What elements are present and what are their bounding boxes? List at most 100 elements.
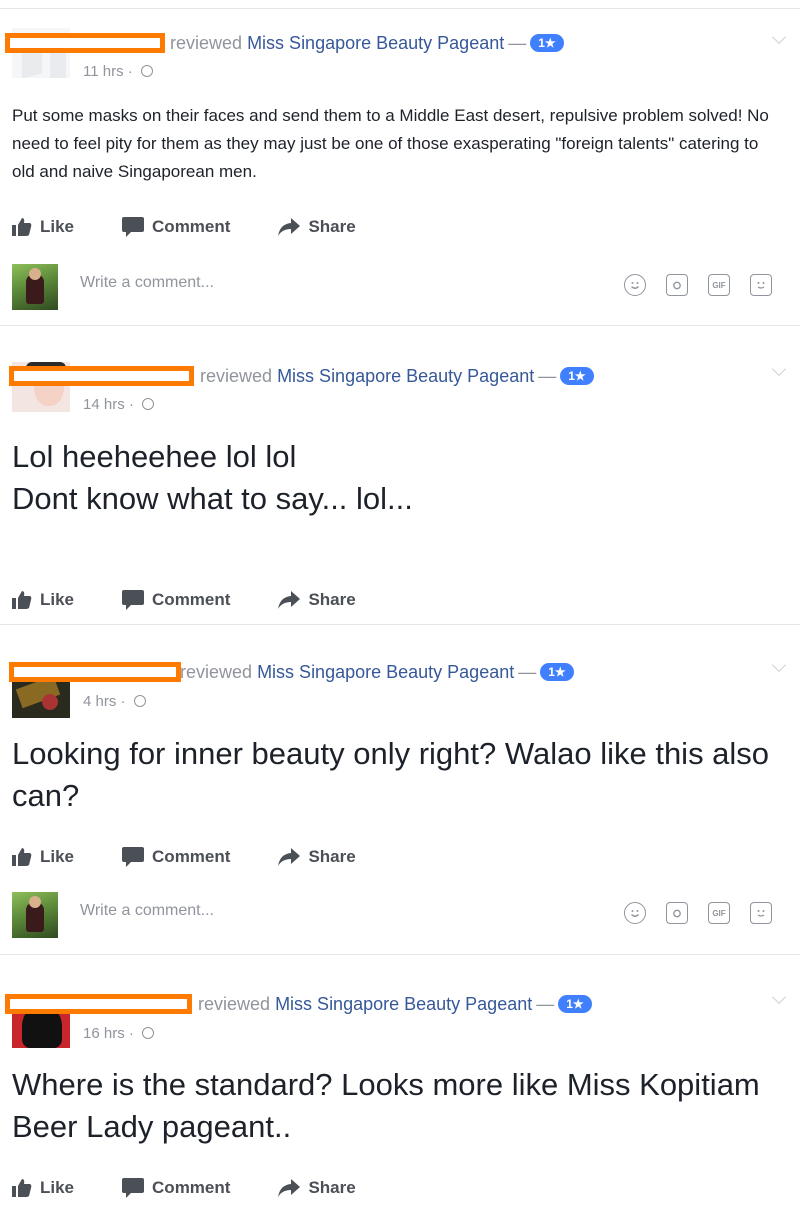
share-icon xyxy=(278,218,301,236)
divider xyxy=(0,325,800,326)
comment-icon xyxy=(122,847,145,867)
post-meta: 4 hrs · xyxy=(83,693,146,710)
comment-icon xyxy=(122,590,145,610)
comment-label: Comment xyxy=(152,1178,231,1197)
post-meta: 16 hrs · xyxy=(83,1025,155,1042)
like-button[interactable]: Like xyxy=(12,590,74,610)
avatar xyxy=(12,892,58,938)
camera-icon[interactable] xyxy=(666,902,688,924)
action-text: reviewed xyxy=(180,662,253,682)
timestamp[interactable]: 4 hrs xyxy=(83,693,116,710)
emoji-icon[interactable] xyxy=(624,274,646,296)
emoji-icon[interactable] xyxy=(624,902,646,924)
share-label: Share xyxy=(308,590,356,609)
sticker-icon[interactable] xyxy=(750,902,772,924)
redacted-name xyxy=(9,366,194,386)
page-link[interactable]: Miss Singapore Beauty Pageant xyxy=(277,366,534,386)
avatar xyxy=(12,264,58,310)
redacted-name xyxy=(5,994,192,1014)
divider xyxy=(0,8,800,9)
globe-icon xyxy=(142,1027,155,1039)
page-link[interactable]: Miss Singapore Beauty Pageant xyxy=(257,662,514,682)
dash: — xyxy=(508,33,527,53)
post-header: reviewed Miss Singapore Beauty Pageant —1… xyxy=(180,662,574,683)
comment-input[interactable]: Write a comment... xyxy=(80,274,214,292)
comment-icon xyxy=(122,1178,145,1198)
like-button[interactable]: Like xyxy=(12,1178,74,1198)
post-body: Lol heeheehee lol lol Dont know what to … xyxy=(12,436,772,520)
comment-button[interactable]: Comment xyxy=(122,217,230,237)
dash: — xyxy=(538,366,557,386)
share-button[interactable]: Share xyxy=(278,217,356,237)
comment-input[interactable]: Write a comment... xyxy=(80,902,214,920)
gif-icon[interactable]: GIF xyxy=(708,274,730,296)
comment-composer: Write a comment... GIF xyxy=(0,886,800,948)
page-link[interactable]: Miss Singapore Beauty Pageant xyxy=(275,994,532,1014)
rating-badge: 1★ xyxy=(560,367,594,385)
gif-icon[interactable]: GIF xyxy=(708,902,730,924)
page-link[interactable]: Miss Singapore Beauty Pageant xyxy=(247,33,504,53)
post-actions: Like Comment Share xyxy=(12,215,404,239)
divider xyxy=(0,624,800,625)
sticker-icon[interactable] xyxy=(750,274,772,296)
thumbs-up-icon xyxy=(12,848,32,866)
post-body-line: Dont know what to say... lol... xyxy=(12,481,413,516)
share-label: Share xyxy=(308,847,356,866)
action-text: reviewed xyxy=(198,994,271,1014)
comment-button[interactable]: Comment xyxy=(122,847,230,867)
post-meta: 14 hrs · xyxy=(83,396,155,413)
post-header: reviewed Miss Singapore Beauty Pageant —1… xyxy=(200,366,594,387)
globe-icon xyxy=(140,65,153,77)
meta-separator: · xyxy=(127,63,133,80)
comment-label: Comment xyxy=(152,217,231,236)
like-label: Like xyxy=(40,590,75,609)
divider xyxy=(0,954,800,955)
timestamp[interactable]: 16 hrs xyxy=(83,1025,125,1042)
share-label: Share xyxy=(308,217,356,236)
meta-separator: · xyxy=(120,693,126,710)
post-actions: Like Comment Share xyxy=(12,588,404,612)
post-meta: 11 hrs · xyxy=(83,63,153,80)
timestamp[interactable]: 11 hrs xyxy=(83,63,124,80)
comment-label: Comment xyxy=(152,847,231,866)
like-label: Like xyxy=(40,847,75,866)
redacted-name xyxy=(9,662,181,682)
like-button[interactable]: Like xyxy=(12,217,74,237)
share-icon xyxy=(278,848,301,866)
like-label: Like xyxy=(40,217,75,236)
comment-button[interactable]: Comment xyxy=(122,590,230,610)
post-body: Where is the standard? Looks more like M… xyxy=(12,1067,760,1144)
like-label: Like xyxy=(40,1178,75,1197)
action-text: reviewed xyxy=(170,33,243,53)
post-header: reviewed Miss Singapore Beauty Pageant —1… xyxy=(198,994,592,1015)
post-body: Looking for inner beauty only right? Wal… xyxy=(12,736,770,813)
globe-icon xyxy=(142,398,155,410)
comment-button[interactable]: Comment xyxy=(122,1178,230,1198)
like-button[interactable]: Like xyxy=(12,847,74,867)
dash: — xyxy=(536,994,555,1014)
meta-separator: · xyxy=(128,1025,134,1042)
post-body-line: Lol heeheehee lol lol xyxy=(12,439,297,474)
chevron-down-icon[interactable] xyxy=(771,29,787,45)
meta-separator: · xyxy=(128,396,134,413)
gif-text: GIF xyxy=(712,280,726,290)
chevron-down-icon[interactable] xyxy=(771,657,787,673)
share-button[interactable]: Share xyxy=(278,847,356,867)
globe-icon xyxy=(133,695,146,707)
share-icon xyxy=(278,591,301,609)
post-actions: Like Comment Share xyxy=(12,1176,404,1200)
share-button[interactable]: Share xyxy=(278,1178,356,1198)
timestamp[interactable]: 14 hrs xyxy=(83,396,125,413)
gif-text: GIF xyxy=(712,908,726,918)
action-text: reviewed xyxy=(200,366,273,386)
share-button[interactable]: Share xyxy=(278,590,356,610)
comment-icon xyxy=(122,217,145,237)
thumbs-up-icon xyxy=(12,218,32,236)
comment-label: Comment xyxy=(152,590,231,609)
camera-icon[interactable] xyxy=(666,274,688,296)
chevron-down-icon[interactable] xyxy=(771,361,787,377)
comment-composer: Write a comment... GIF xyxy=(0,258,800,320)
chevron-down-icon[interactable] xyxy=(771,989,787,1005)
post-actions: Like Comment Share xyxy=(12,845,404,869)
thumbs-up-icon xyxy=(12,1179,32,1197)
